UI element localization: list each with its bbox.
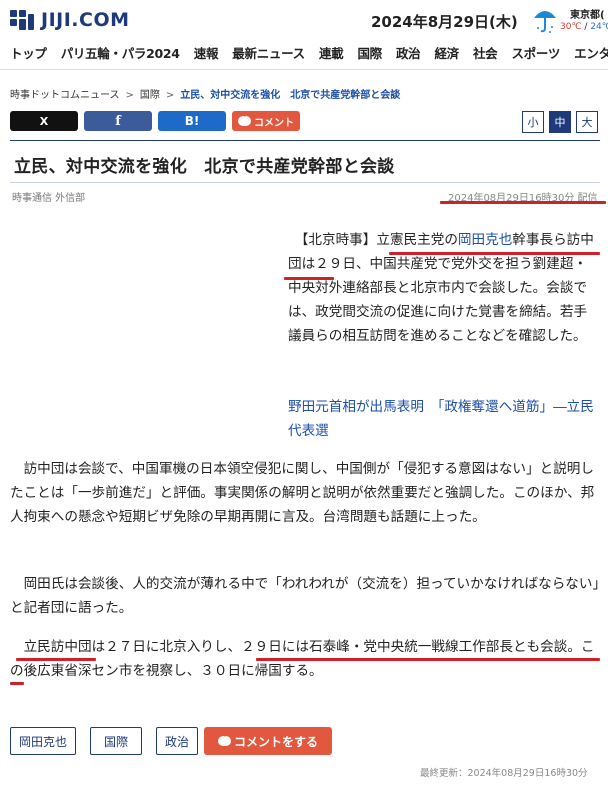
dateline: 【北京時事】 [288, 232, 377, 248]
temp-low: 24℃ [590, 22, 608, 32]
site-logo[interactable]: JIJI.COM [10, 9, 130, 31]
person-link-okada[interactable]: 岡田克也 [458, 232, 512, 248]
article-byline: 時事通信 外信部 [12, 193, 86, 204]
x-icon: X [39, 114, 49, 128]
comment-label: コメント [254, 117, 294, 129]
title-top-rule [10, 140, 600, 141]
article-paragraph-1: 【北京時事】立憲民主党の岡田克也幹事長ら訪中団は２９日、中国共産党で党外交を担う… [288, 228, 600, 348]
nav-item-sports[interactable]: スポーツ [511, 42, 560, 66]
site-header: JIJI.COM 2024年8月29日(木) 東京都( 30℃ / 24℃ [0, 0, 608, 40]
share-comment-button[interactable]: コメント [232, 111, 300, 131]
breadcrumb-home[interactable]: 時事ドットコムニュース [10, 90, 120, 101]
share-toolbar: X f B! コメント 小 中 大 [10, 111, 600, 133]
nav-item-top[interactable]: トップ [10, 42, 47, 66]
breadcrumb-international[interactable]: 国際 [140, 90, 160, 101]
logo-text: JIJI.COM [41, 9, 130, 31]
group-text-2: 立民訪中団 [23, 639, 92, 655]
highlight-underline-4 [256, 658, 600, 661]
highlight-underline-5 [10, 682, 24, 685]
last-updated: 最終更新：2024年08月29日16時30分 [420, 768, 588, 779]
weather-temperature: 30℃ / 24℃ [560, 22, 608, 32]
nav-item-breaking[interactable]: 速報 [194, 42, 219, 66]
tag-international[interactable]: 国際 [90, 727, 142, 755]
nav-item-economy[interactable]: 経済 [434, 42, 459, 66]
nav-item-series[interactable]: 連載 [319, 42, 344, 66]
para1-rest: は２９日、中国共産党で党外交を担う劉建超・中央対外連絡部長と北京市内で会談した。… [288, 256, 588, 344]
facebook-icon: f [115, 113, 121, 129]
weather-location[interactable]: 東京都( [570, 6, 605, 21]
nav-item-latest[interactable]: 最新ニュース [232, 42, 305, 66]
highlight-underline-2 [284, 277, 334, 280]
nav-item-society[interactable]: 社会 [473, 42, 498, 66]
nav-item-international[interactable]: 国際 [357, 42, 382, 66]
share-facebook-button[interactable]: f [84, 111, 152, 131]
write-comment-button[interactable]: コメントをする [204, 727, 332, 755]
hatena-icon: B! [184, 114, 200, 128]
temp-high: 30℃ [560, 22, 582, 32]
comment-icon [238, 112, 251, 126]
font-size-medium-button[interactable]: 中 [549, 111, 571, 133]
meeting-text: ２９日には石泰峰・党中央統一戦線工作部長とも会 [241, 639, 554, 655]
nav-item-entertainment[interactable]: エンタメ [574, 42, 608, 66]
share-x-button[interactable]: X [10, 111, 78, 131]
font-size-small-button[interactable]: 小 [522, 111, 544, 133]
tag-politics[interactable]: 政治 [156, 727, 198, 755]
nav-item-paris[interactable]: パリ五輪・パラ2024 [61, 42, 180, 66]
comment-icon [217, 732, 231, 746]
published-underline [440, 201, 606, 204]
temp-separator: / [581, 22, 591, 32]
article-title: 立民、対中交流を強化 北京で共産党幹部と会談 [14, 157, 395, 177]
global-nav: トップ パリ五輪・パラ2024 速報 最新ニュース 連載 国際 政治 経済 社会… [0, 42, 608, 70]
breadcrumb-separator: > [165, 90, 175, 101]
font-size-large-button[interactable]: 大 [576, 111, 598, 133]
highlight-underline-3 [16, 658, 96, 661]
highlight-underline-1 [389, 252, 600, 255]
header-date: 2024年8月29日(木) [371, 13, 518, 31]
breadcrumb-separator: > [125, 90, 134, 101]
nav-item-politics[interactable]: 政治 [396, 42, 421, 66]
para4-mid: は２７日に北京入りし、 [91, 639, 242, 655]
title-text: 幹事長ら [512, 232, 567, 248]
tag-okada[interactable]: 岡田克也 [10, 727, 76, 755]
logo-mark-icon [10, 10, 36, 30]
breadcrumb: 時事ドットコムニュース > 国際 > 立民、対中交流を強化 北京で共産党幹部と会談 [10, 86, 400, 101]
meeting-text-end: 談 [553, 639, 568, 655]
share-hatena-button[interactable]: B! [158, 111, 226, 131]
article-paragraph-3: 岡田氏は会談後、人的交流が薄れる中で「われわれが（交流を）担っていかなければなら… [10, 576, 600, 616]
article-paragraph-2: 訪中団は会談で、中国軍機の日本領空侵犯に関し、中国側が「侵犯する意図はない」と説… [10, 461, 595, 525]
breadcrumb-current: 立民、対中交流を強化 北京で共産党幹部と会談 [180, 90, 401, 101]
title-bottom-rule [10, 182, 600, 183]
related-article-link[interactable]: 野田元首相が出馬表明 「政権奪還へ道筋」―立民代表選 [288, 395, 600, 443]
umbrella-icon [534, 11, 556, 33]
write-comment-label: コメントをする [233, 734, 318, 749]
party-name: 立憲民主党の [376, 232, 458, 248]
para4-indent [10, 639, 24, 655]
article-photo [10, 228, 272, 458]
